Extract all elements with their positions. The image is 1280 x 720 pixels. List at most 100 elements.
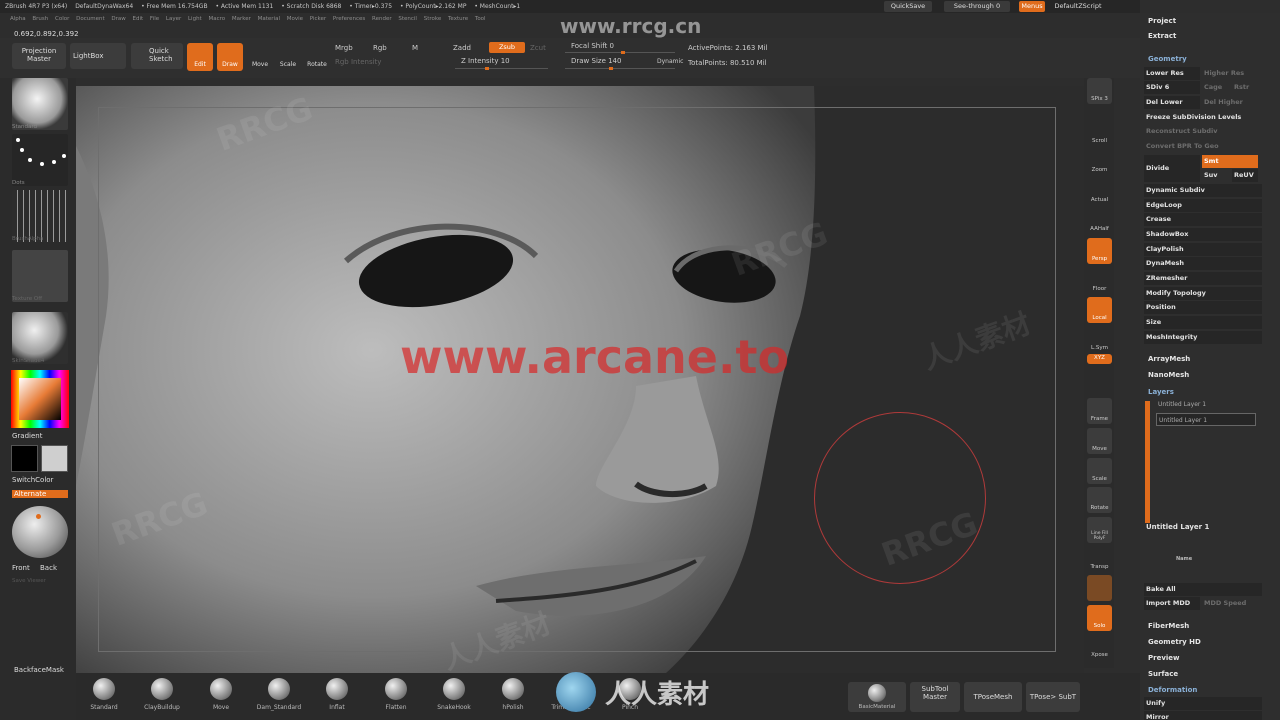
quicksave-button[interactable]: QuickSave — [884, 1, 932, 12]
preview-header[interactable]: Preview — [1148, 654, 1180, 662]
rgb-intensity-slider[interactable]: Rgb Intensity — [335, 58, 381, 66]
mdd-speed-slider[interactable]: MDD Speed — [1202, 597, 1260, 610]
dynamesh-section[interactable]: DynaMesh — [1144, 257, 1262, 270]
menu-color[interactable]: Color — [55, 16, 69, 22]
cage-button[interactable]: Cage — [1202, 81, 1226, 94]
nanomesh-header[interactable]: NanoMesh — [1148, 371, 1189, 379]
rotate-view-button[interactable]: Rotate — [1087, 487, 1112, 513]
gradient-label[interactable]: Gradient — [12, 432, 42, 440]
tpose-subt-button[interactable]: TPose> SubT — [1026, 682, 1080, 712]
backface-mask-button[interactable]: BackfaceMask — [14, 666, 64, 674]
project-button[interactable]: Project — [1148, 17, 1176, 25]
brush-snakehook[interactable]: SnakeHook — [426, 678, 482, 711]
brush-flatten[interactable]: Flatten — [368, 678, 424, 711]
menu-brush[interactable]: Brush — [32, 16, 48, 22]
menu-document[interactable]: Document — [76, 16, 105, 22]
scale-view-button[interactable]: Scale — [1087, 458, 1112, 484]
color-picker[interactable] — [11, 370, 69, 428]
rotate-button[interactable]: Rotate — [304, 43, 330, 71]
xyz-button[interactable]: XYZ — [1087, 354, 1112, 364]
menu-picker[interactable]: Picker — [310, 16, 326, 22]
edit-button[interactable]: Edit — [187, 43, 213, 71]
brush-pinch[interactable]: Pinch — [602, 678, 658, 711]
stroke-selector[interactable] — [12, 134, 68, 186]
freeze-subdivision-button[interactable]: Freeze SubDivision Levels — [1144, 111, 1262, 124]
modify-topology-section[interactable]: Modify Topology — [1144, 287, 1262, 300]
brush-dam-standard[interactable]: Dam_Standard — [251, 678, 307, 711]
menu-stroke[interactable]: Stroke — [424, 16, 442, 22]
frame-button[interactable]: Frame — [1087, 398, 1112, 424]
focal-shift-track[interactable] — [565, 51, 675, 54]
fibermesh-header[interactable]: FiberMesh — [1148, 622, 1189, 630]
menu-marker[interactable]: Marker — [232, 16, 251, 22]
menu-alpha[interactable]: Alpha — [10, 16, 26, 22]
mrgb-button[interactable]: Mrgb — [335, 44, 353, 52]
menu-movie[interactable]: Movie — [287, 16, 303, 22]
menu-edit[interactable]: Edit — [133, 16, 144, 22]
shadowbox-section[interactable]: ShadowBox — [1144, 228, 1262, 241]
aahalf-button[interactable]: AAHalf — [1087, 208, 1112, 234]
transp-button[interactable]: Transp — [1087, 546, 1112, 572]
layers-header[interactable]: Layers — [1148, 388, 1174, 396]
primary-color-swatch[interactable] — [11, 445, 38, 472]
scale-button[interactable]: Scale — [275, 43, 301, 71]
m-button[interactable]: M — [412, 44, 418, 52]
menu-draw[interactable]: Draw — [111, 16, 125, 22]
zcut-button[interactable]: Zcut — [530, 44, 546, 52]
solo-button[interactable]: Solo — [1087, 605, 1112, 631]
menu-texture[interactable]: Texture — [448, 16, 468, 22]
divide-button[interactable]: Divide — [1144, 155, 1200, 182]
reconstruct-subdiv-button[interactable]: Reconstruct Subdiv — [1144, 125, 1262, 138]
position-section[interactable]: Position — [1144, 301, 1262, 314]
zadd-button[interactable]: Zadd — [453, 44, 471, 52]
tpose-mesh-button[interactable]: TPoseMesh — [964, 682, 1022, 712]
dynamic-toggle[interactable]: Dynamic — [657, 58, 683, 65]
local-button[interactable]: Local — [1087, 297, 1112, 323]
front-button[interactable]: Front — [12, 564, 30, 572]
xpose-button[interactable]: Xpose — [1087, 634, 1112, 660]
deformation-header[interactable]: Deformation — [1148, 686, 1197, 694]
brush-inflat[interactable]: Inflat — [309, 678, 365, 711]
suv-toggle[interactable]: Suv — [1202, 169, 1228, 182]
del-higher-button[interactable]: Del Higher — [1202, 96, 1260, 109]
geometry-hd-header[interactable]: Geometry HD — [1148, 638, 1201, 646]
brush-standard[interactable]: Standard — [76, 678, 132, 711]
material-selector[interactable] — [12, 312, 68, 364]
brush-move[interactable]: Move — [193, 678, 249, 711]
focal-shift-slider[interactable]: Focal Shift 0 — [571, 42, 614, 50]
menu-light[interactable]: Light — [188, 16, 202, 22]
switchcolor-button[interactable]: SwitchColor — [12, 476, 53, 484]
projection-master-button[interactable]: Projection Master — [12, 43, 66, 69]
rstr-button[interactable]: Rstr — [1232, 81, 1256, 94]
dynamic-subdiv-section[interactable]: Dynamic Subdiv — [1144, 184, 1262, 197]
basic-material-button[interactable]: BasicMaterial — [848, 682, 906, 712]
brush-claybuildup[interactable]: ClayBuildup — [134, 678, 190, 711]
menu-file[interactable]: File — [150, 16, 159, 22]
scroll-button[interactable]: Scroll — [1087, 120, 1112, 146]
brush-hpolish[interactable]: hPolish — [485, 678, 541, 711]
zoom-button[interactable]: Zoom — [1087, 149, 1112, 175]
move-view-button[interactable]: Move — [1087, 428, 1112, 454]
meshintegrity-section[interactable]: MeshIntegrity — [1144, 331, 1262, 344]
spix-button[interactable]: SPix 3 — [1087, 78, 1112, 104]
claypolish-section[interactable]: ClayPolish — [1144, 243, 1262, 256]
alternate-button[interactable]: Alternate — [12, 490, 68, 498]
zremesher-section[interactable]: ZRemesher — [1144, 272, 1262, 285]
polyf-button[interactable]: Line Fill PolyF — [1087, 517, 1112, 543]
extract-button[interactable]: Extract — [1148, 32, 1176, 40]
higher-res-button[interactable]: Higher Res — [1202, 67, 1260, 80]
brush-selector[interactable] — [12, 78, 68, 130]
bake-all-button[interactable]: Bake All — [1144, 583, 1262, 596]
smt-toggle[interactable]: Smt — [1202, 155, 1258, 168]
menu-render[interactable]: Render — [372, 16, 392, 22]
quick-sketch-button[interactable]: Quick Sketch — [131, 43, 183, 69]
menus-button[interactable]: Menus — [1019, 1, 1045, 12]
actual-button[interactable]: Actual — [1087, 179, 1112, 205]
size-section[interactable]: Size — [1144, 316, 1262, 329]
layers-scrollbar[interactable] — [1145, 401, 1150, 523]
move-button[interactable]: Move — [247, 43, 273, 71]
arraymesh-header[interactable]: ArrayMesh — [1148, 355, 1190, 363]
back-button[interactable]: Back — [40, 564, 57, 572]
layer-name-button[interactable]: Name — [1174, 553, 1198, 566]
draw-button[interactable]: Draw — [217, 43, 243, 71]
